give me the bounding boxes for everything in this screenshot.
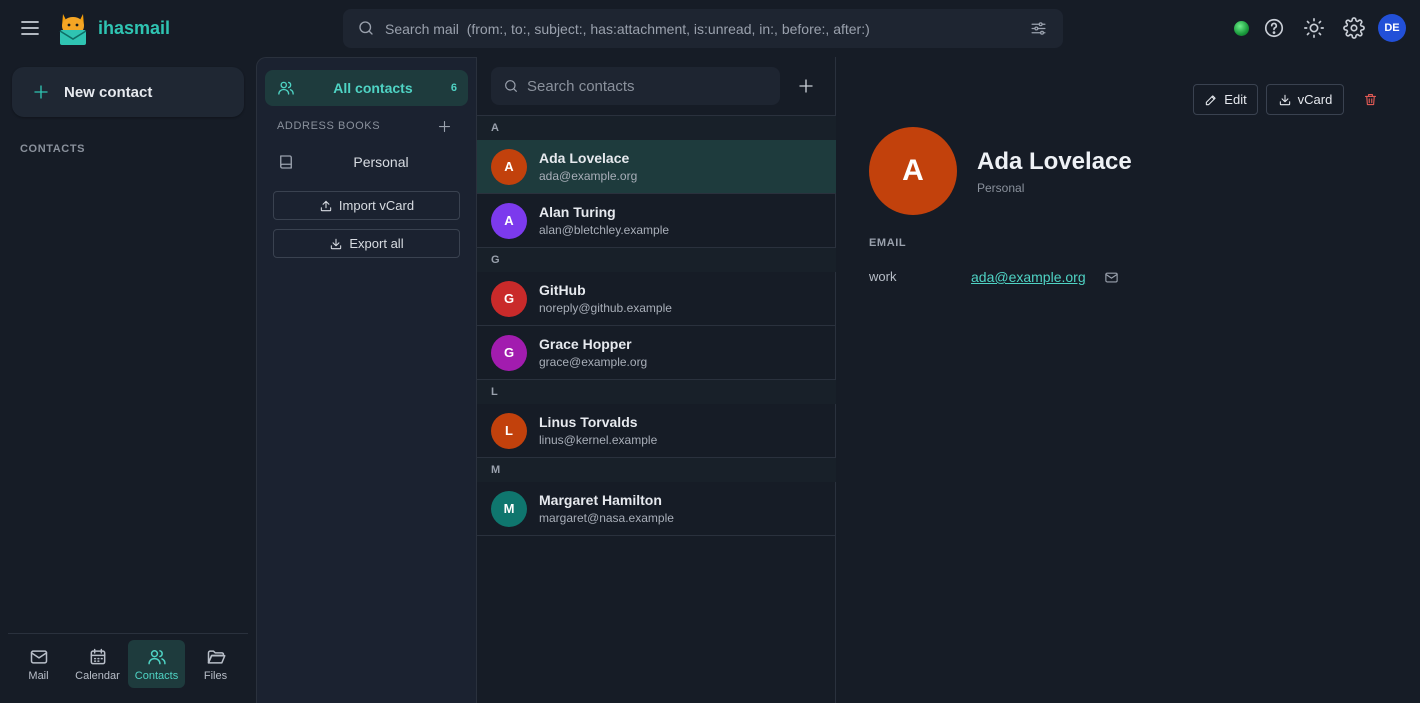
export-vcard-button[interactable]: vCard [1266, 84, 1344, 115]
contact-row[interactable]: M Margaret Hamilton margaret@nasa.exampl… [477, 482, 836, 536]
contact-list: A A Ada Lovelace ada@example.org A Alan … [477, 115, 836, 536]
contact-name: Margaret Hamilton [539, 492, 662, 508]
plus-icon [32, 83, 50, 101]
email-type-label: work [869, 269, 897, 284]
contact-email-link[interactable]: ada@example.org [971, 269, 1086, 285]
cat-logo-icon [58, 10, 88, 46]
contact-row[interactable]: G GitHub noreply@github.example [477, 272, 836, 326]
mail-search-bar [343, 9, 1063, 48]
theme-sun-icon[interactable] [1303, 17, 1325, 39]
vcard-label: vCard [1297, 92, 1333, 107]
group-header-m: M [477, 458, 836, 482]
nav-files-label: Files [203, 669, 228, 682]
mail-search-input[interactable] [385, 9, 1005, 48]
add-address-book-icon[interactable] [437, 119, 452, 134]
contact-row[interactable]: G Grace Hopper grace@example.org [477, 326, 836, 380]
group-header-l: L [477, 380, 836, 404]
all-contacts-item[interactable]: All contacts 6 [265, 70, 468, 106]
contact-email: alan@bletchley.example [539, 223, 670, 237]
left-navigation: New contact CONTACTS Mail Calendar Conta… [0, 57, 256, 703]
nav-files[interactable]: Files [187, 640, 244, 688]
contact-avatar: G [491, 280, 527, 317]
contact-email: grace@example.org [539, 355, 648, 369]
upload-icon [320, 200, 332, 211]
address-books-heading: ADDRESS BOOKS [277, 120, 381, 132]
delete-trash-icon[interactable] [1363, 92, 1378, 107]
app-switcher: Mail Calendar Contacts Files [8, 633, 248, 703]
email-section-label: EMAIL [869, 237, 907, 249]
contact-email: noreply@github.example [539, 301, 672, 315]
contact-email: margaret@nasa.example [539, 511, 674, 525]
contacts-section-label: CONTACTS [20, 143, 86, 155]
mail-icon [30, 649, 47, 664]
contact-name: Grace Hopper [539, 336, 632, 352]
edit-contact-button[interactable]: Edit [1193, 84, 1258, 115]
nav-contacts-label: Contacts [134, 669, 179, 682]
brand-name: ihasmail [98, 18, 171, 38]
contact-name: Ada Lovelace [539, 150, 630, 166]
compose-mail-icon[interactable] [1104, 270, 1119, 285]
contact-row[interactable]: A Ada Lovelace ada@example.org [477, 140, 836, 194]
contacts-icon [147, 649, 166, 664]
search-icon [503, 78, 519, 94]
pencil-icon [1206, 94, 1216, 105]
users-icon [277, 79, 295, 97]
new-contact-button[interactable]: New contact [12, 67, 244, 117]
download-icon [331, 238, 342, 249]
user-avatar[interactable]: DE [1378, 14, 1406, 42]
import-vcard-button[interactable]: Import vCard [273, 191, 460, 220]
contact-avatar: M [491, 490, 527, 527]
contact-row[interactable]: A Alan Turing alan@bletchley.example [477, 194, 836, 248]
help-icon[interactable] [1263, 17, 1285, 39]
contact-detail-name: Ada Lovelace [977, 148, 1132, 175]
menu-icon[interactable] [18, 16, 42, 40]
nav-contacts[interactable]: Contacts [128, 640, 185, 688]
address-book-personal[interactable]: Personal [277, 150, 467, 174]
address-books-panel: All contacts 6 ADDRESS BOOKS Personal Im… [256, 57, 476, 703]
contact-name: Alan Turing [539, 204, 616, 220]
contact-name: GitHub [539, 282, 586, 298]
group-header-g: G [477, 248, 836, 272]
nav-calendar[interactable]: Calendar [69, 640, 126, 688]
import-vcard-label: Import vCard [338, 198, 415, 213]
new-contact-label: New contact [64, 83, 153, 101]
contact-detail-pane: Edit vCard A Ada Lovelace Personal EMAIL… [837, 57, 1420, 703]
address-book-label: Personal [353, 154, 409, 170]
contact-search-bar [491, 67, 780, 105]
contact-email: linus@kernel.example [539, 433, 658, 447]
settings-gear-icon[interactable] [1343, 17, 1365, 39]
book-icon [277, 153, 295, 171]
contact-search-input[interactable] [527, 67, 767, 105]
contact-email: ada@example.org [539, 169, 638, 183]
all-contacts-label: All contacts [333, 80, 413, 96]
nav-mail-label: Mail [28, 669, 49, 682]
export-all-button[interactable]: Export all [273, 229, 460, 258]
export-all-label: Export all [349, 236, 404, 251]
calendar-icon [90, 648, 105, 664]
contact-large-avatar: A [869, 127, 957, 215]
nav-calendar-label: Calendar [75, 669, 120, 682]
all-contacts-count: 6 [450, 82, 457, 94]
contact-avatar: G [491, 334, 527, 371]
contact-list-panel: A A Ada Lovelace ada@example.org A Alan … [476, 57, 836, 703]
contact-name: Linus Torvalds [539, 414, 638, 430]
search-icon [357, 19, 375, 37]
group-header-a: A [477, 116, 836, 140]
add-contact-icon[interactable] [797, 77, 815, 95]
contact-avatar: L [491, 412, 527, 449]
connection-status-indicator [1234, 21, 1249, 36]
folder-icon [207, 649, 225, 664]
contact-avatar: A [491, 202, 527, 239]
contact-detail-book: Personal [977, 181, 1025, 195]
top-bar: ihasmail DE [0, 0, 1420, 57]
edit-label: Edit [1224, 92, 1247, 107]
download-icon [1279, 94, 1290, 105]
contact-row[interactable]: L Linus Torvalds linus@kernel.example [477, 404, 836, 458]
search-filter-icon[interactable] [1030, 20, 1047, 37]
contact-avatar: A [491, 148, 527, 185]
nav-mail[interactable]: Mail [10, 640, 67, 688]
